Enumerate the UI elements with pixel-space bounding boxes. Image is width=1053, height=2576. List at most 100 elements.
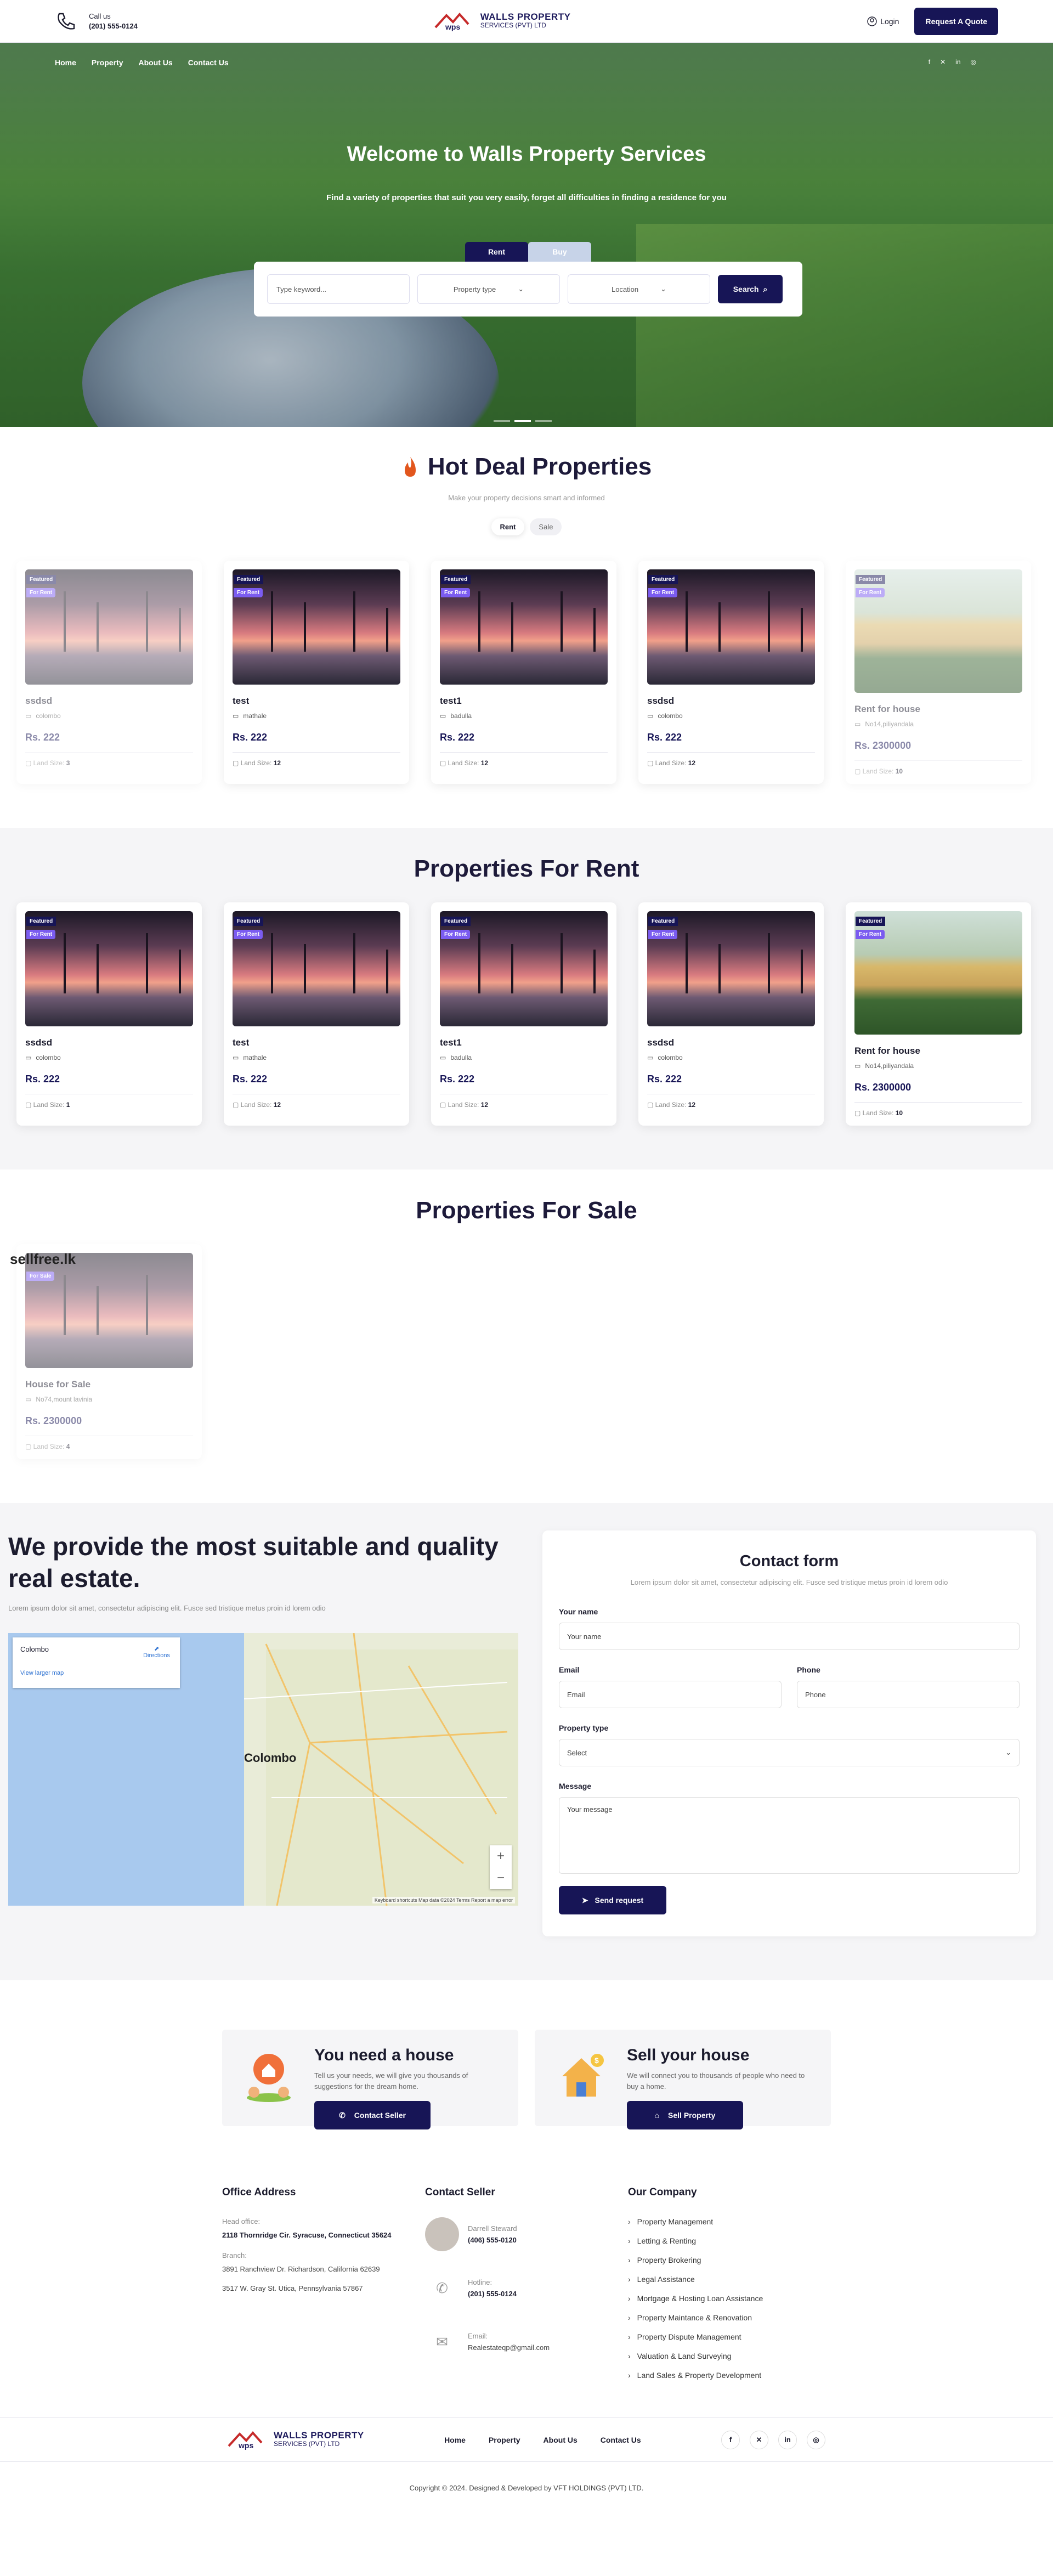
property-price: Rs. 222 xyxy=(647,732,682,743)
location-select[interactable]: Location ⌄ xyxy=(568,274,710,304)
linkedin-icon[interactable]: in xyxy=(778,2430,797,2449)
send-request-button[interactable]: ➤ Send request xyxy=(559,1886,666,1914)
property-price: Rs. 2300000 xyxy=(25,1415,82,1426)
promo-buy-text: Tell us your needs, we will give you tho… xyxy=(314,2071,468,2091)
tab-rent[interactable]: Rent xyxy=(465,242,528,262)
for-rent-badge: For Rent xyxy=(441,588,471,597)
featured-badge: Featured xyxy=(234,575,264,584)
bed-icon: ▭ xyxy=(233,1054,239,1061)
call-us[interactable]: Call us (201) 555-0124 xyxy=(55,10,138,32)
land-label: Land Size: xyxy=(240,759,272,767)
keyword-input[interactable]: Type keyword... xyxy=(267,274,410,304)
type-select[interactable]: Select ⌄ xyxy=(559,1739,1020,1766)
property-card[interactable]: Featured For Rent test ▭ mathale Rs. 222 ▢ Lan… xyxy=(224,561,409,784)
zoom-in-icon[interactable]: + xyxy=(497,1849,505,1864)
footer-nav-home[interactable]: Home xyxy=(444,2436,466,2444)
slider-dot[interactable] xyxy=(535,420,552,422)
slider-dot[interactable] xyxy=(514,420,531,422)
property-card[interactable]: Featured For Rent test1 ▭ badulla Rs. 222 ▢ La… xyxy=(431,561,616,784)
office-column: Office Address Head office: 2118 Thornri… xyxy=(222,2187,425,2390)
message-input[interactable]: Your message xyxy=(559,1797,1020,1874)
tab-buy[interactable]: Buy xyxy=(528,242,591,262)
land-label: Land Size: xyxy=(448,759,479,767)
directions-link[interactable]: ⬈ Directions xyxy=(143,1645,170,1659)
linkedin-icon[interactable]: in xyxy=(955,58,960,66)
property-card[interactable]: Featured For Rent ssdsd ▭ colombo Rs. 222 ▢ La… xyxy=(638,902,824,1126)
land-icon: ▢ xyxy=(854,767,863,775)
form-title: Contact form xyxy=(739,1552,839,1570)
for-rent-badge: For Rent xyxy=(234,930,263,939)
property-card[interactable]: Featured For Rent Rent for house ▭ No14,pili… xyxy=(846,902,1031,1126)
property-name: ssdsd xyxy=(25,696,53,706)
company-link[interactable]: Property Brokering xyxy=(628,2256,831,2264)
footer-logo[interactable]: wps WALLS PROPERTY SERVICES (PVT) LTD xyxy=(228,2430,364,2450)
land-size: 12 xyxy=(688,759,696,767)
nav-about[interactable]: About Us xyxy=(138,58,172,67)
sell-property-button[interactable]: ⌂ Sell Property xyxy=(627,2101,743,2129)
company-link[interactable]: Mortgage & Hosting Loan Assistance xyxy=(628,2294,831,2303)
phone-input[interactable]: Phone xyxy=(797,1681,1020,1708)
hotline-label: Hotline: xyxy=(468,2278,492,2286)
email-address[interactable]: Realestateqp@gmail.com xyxy=(468,2343,550,2352)
property-card[interactable]: Featured For Rent ssdsd ▭ colombo Rs. 222 ▢ La… xyxy=(16,561,202,784)
facebook-icon[interactable]: f xyxy=(929,58,930,66)
instagram-icon[interactable]: ◎ xyxy=(971,58,976,66)
instagram-icon[interactable]: ◎ xyxy=(807,2430,825,2449)
company-link[interactable]: Property Dispute Management xyxy=(628,2332,831,2341)
company-link[interactable]: Property Maintance & Renovation xyxy=(628,2313,831,2322)
property-location: No74,mount lavinia xyxy=(36,1396,93,1403)
login-link[interactable]: Login xyxy=(867,16,899,26)
map[interactable]: Colombo ⬈ Directions View larger map Colo… xyxy=(8,1633,518,1906)
branch-address-1: 3891 Ranchview Dr. Richardson, Californi… xyxy=(222,2265,380,2273)
twitter-icon[interactable]: ✕ xyxy=(750,2430,768,2449)
property-card[interactable]: For Sale House for Sale ▭ No74,mount lavi… xyxy=(16,1244,202,1459)
nav-property[interactable]: Property xyxy=(92,58,123,67)
name-input[interactable]: Your name xyxy=(559,1623,1020,1650)
company-link[interactable]: Land Sales & Property Development xyxy=(628,2371,831,2380)
footer-nav-contact[interactable]: Contact Us xyxy=(601,2436,641,2444)
land-icon: ▢ xyxy=(647,759,655,767)
land-size: 12 xyxy=(273,1101,281,1109)
avatar xyxy=(425,2217,459,2251)
company-link[interactable]: Valuation & Land Surveying xyxy=(628,2352,831,2360)
property-card[interactable]: Featured For Rent ssdsd ▭ colombo Rs. 222 ▢ La… xyxy=(638,561,824,784)
seller-phone: (406) 555-0120 xyxy=(468,2236,517,2244)
property-card[interactable]: Featured For Rent Rent for house ▭ No14,pili… xyxy=(846,561,1031,784)
svg-text:wps: wps xyxy=(445,22,460,31)
property-price: Rs. 222 xyxy=(233,732,268,743)
view-larger-map-link[interactable]: View larger map xyxy=(20,1670,172,1676)
zoom-out-icon[interactable]: − xyxy=(497,1871,505,1886)
property-card[interactable]: Featured For Rent test1 ▭ badulla Rs. 222 ▢ La… xyxy=(431,902,616,1126)
call-phone: (201) 555-0124 xyxy=(89,21,138,30)
company-link[interactable]: Letting & Renting xyxy=(628,2236,831,2245)
contact-seller-button[interactable]: ✆ Contact Seller xyxy=(314,2101,431,2129)
land-label: Land Size: xyxy=(862,1109,894,1117)
property-type-select[interactable]: Property type ⌄ xyxy=(417,274,560,304)
company-link[interactable]: Legal Assistance xyxy=(628,2275,831,2284)
company-link[interactable]: Property Management xyxy=(628,2217,831,2226)
search-button[interactable]: Search ⌕ xyxy=(718,275,783,303)
slider-dot[interactable] xyxy=(494,420,510,422)
seller-name: Darrell Steward xyxy=(468,2224,517,2233)
property-name: House for Sale xyxy=(25,1379,91,1389)
filter-rent[interactable]: Rent xyxy=(491,518,525,535)
filter-sale[interactable]: Sale xyxy=(530,518,562,535)
for-rent-badge: For Rent xyxy=(648,930,678,939)
property-card[interactable]: Featured For Rent ssdsd ▭ colombo Rs. 222 ▢ La… xyxy=(16,902,202,1126)
logo[interactable]: wps WALLS PROPERTY SERVICES (PVT) LTD xyxy=(434,11,571,32)
nav-home[interactable]: Home xyxy=(55,58,76,67)
facebook-icon[interactable]: f xyxy=(721,2430,740,2449)
nav-contact[interactable]: Contact Us xyxy=(188,58,229,67)
property-card[interactable]: Featured For Rent test ▭ mathale Rs. 222 ▢ Lan… xyxy=(224,902,409,1126)
featured-badge: Featured xyxy=(856,917,886,926)
search-tabs: Rent Buy xyxy=(465,242,591,262)
company-column: Our Company Property Management Letting … xyxy=(628,2187,831,2390)
call-label: Call us xyxy=(89,12,111,20)
footer-nav-property[interactable]: Property xyxy=(489,2436,520,2444)
request-quote-button[interactable]: Request A Quote xyxy=(914,7,998,35)
footer-nav-about[interactable]: About Us xyxy=(544,2436,578,2444)
search-label: Search xyxy=(733,285,759,293)
email-input[interactable]: Email xyxy=(559,1681,782,1708)
twitter-icon[interactable]: ✕ xyxy=(940,58,946,66)
land-icon: ▢ xyxy=(647,1101,655,1109)
